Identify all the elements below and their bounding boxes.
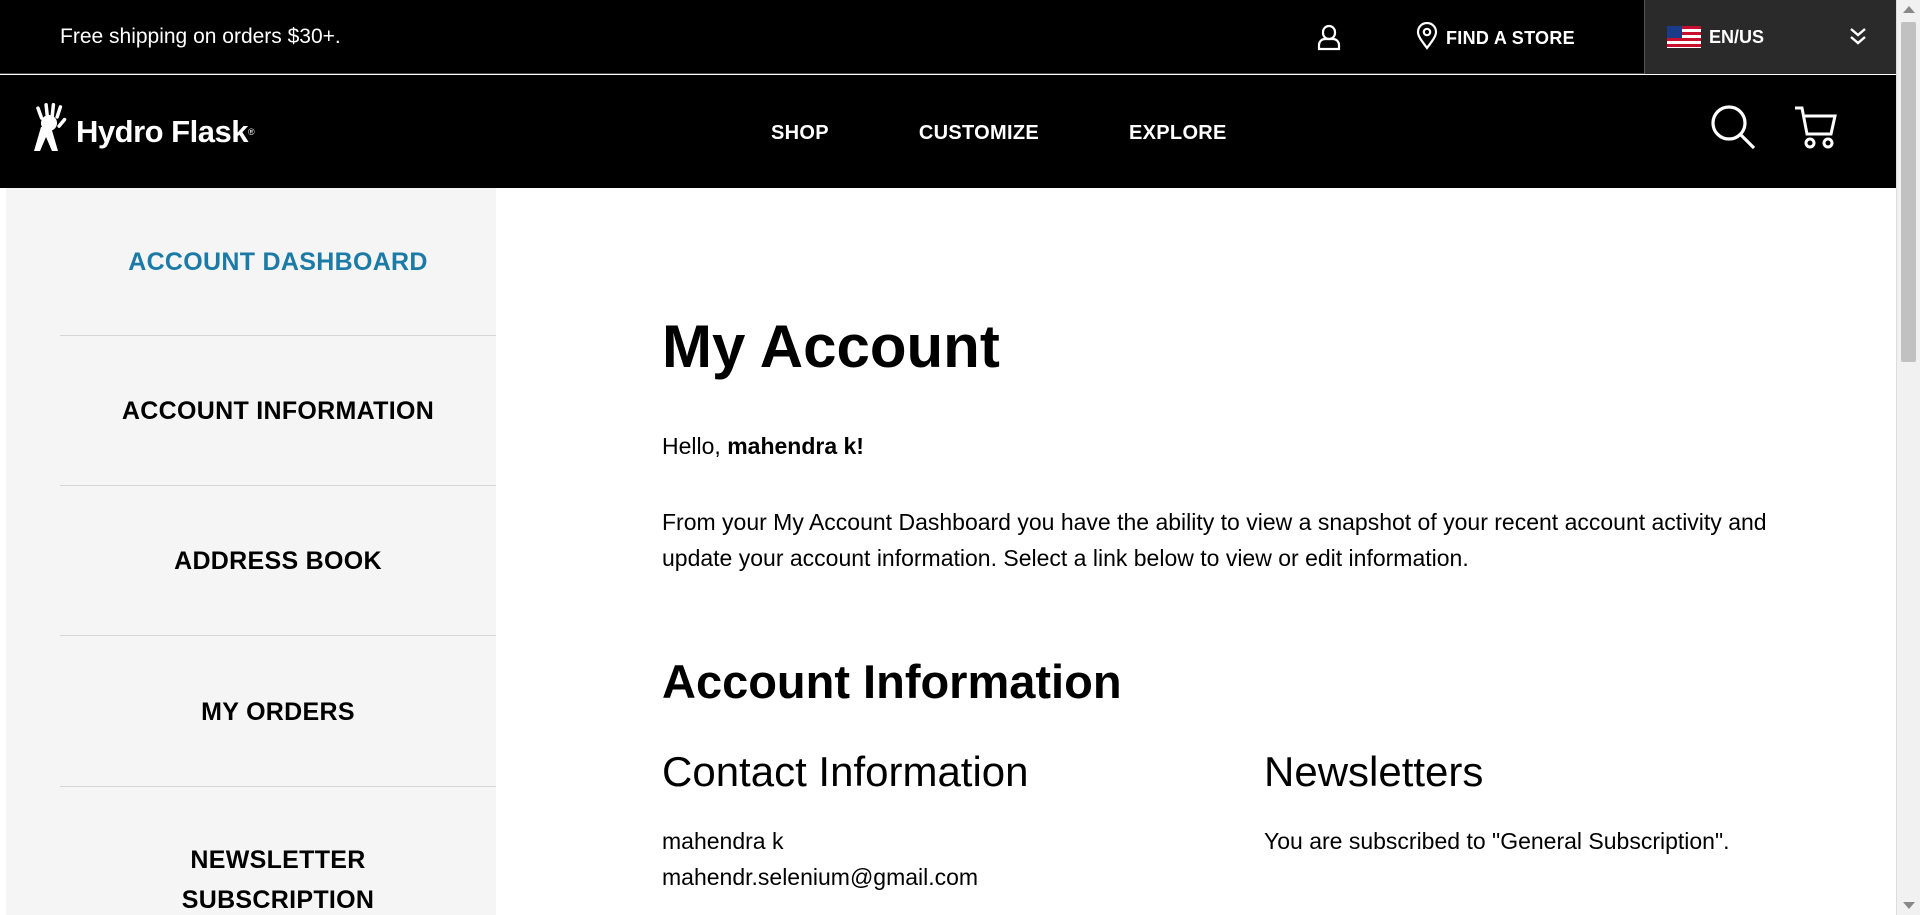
us-flag-icon <box>1667 26 1701 48</box>
primary-nav: SHOP CUSTOMIZE EXPLORE <box>771 122 1317 145</box>
cart-icon[interactable] <box>1793 104 1837 155</box>
locale-selector[interactable]: EN/US <box>1644 0 1896 74</box>
account-sidebar: ACCOUNT DASHBOARD ACCOUNT INFORMATION AD… <box>6 188 496 915</box>
brand-logo[interactable]: Hydro Flask ® <box>32 103 255 160</box>
greeting: Hello, mahendra k! <box>662 433 864 460</box>
promo-text: Free shipping on orders $30+. <box>60 25 341 48</box>
search-icon[interactable] <box>1710 104 1756 155</box>
locale-label: EN/US <box>1709 26 1765 47</box>
double-chevron-down-icon <box>1848 26 1868 51</box>
sidebar-item-label: ACCOUNT DASHBOARD <box>128 247 428 276</box>
scroll-down-arrow[interactable] <box>1903 902 1915 909</box>
contact-info-heading: Contact Information <box>662 748 1029 795</box>
sidebar-item-label: MY ORDERS <box>201 697 355 726</box>
sidebar-item-label: ACCOUNT INFORMATION <box>121 397 435 425</box>
nav-customize[interactable]: CUSTOMIZE <box>919 122 1039 145</box>
dashboard-intro: From your My Account Dashboard you have … <box>662 509 1767 571</box>
sidebar-item-newsletter-subscription[interactable]: NEWSLETTER SUBSCRIPTION <box>60 788 496 915</box>
sidebar-item-my-orders[interactable]: MY ORDERS <box>60 637 496 787</box>
page-title: My Account <box>662 313 1000 380</box>
account-icon[interactable] <box>1314 22 1344 52</box>
scroll-up-arrow[interactable] <box>1903 6 1915 13</box>
find-store-link[interactable]: FIND A STORE <box>1416 21 1575 55</box>
section-title: Account Information <box>662 655 1122 708</box>
location-pin-icon <box>1416 21 1438 55</box>
contact-email: mahendr.selenium@gmail.com <box>662 864 979 890</box>
scroll-thumb[interactable] <box>1901 22 1916 362</box>
sidebar-item-label: ADDRESS BOOK <box>174 547 382 575</box>
utility-bar: Free shipping on orders $30+. FIND A STO… <box>0 0 1896 74</box>
newsletters-heading: Newsletters <box>1264 748 1484 795</box>
hand-logo-icon <box>32 103 72 160</box>
brand-name: Hydro Flask <box>76 113 248 149</box>
newsletter-status: You are subscribed to "General Subscript… <box>1264 828 1730 854</box>
sidebar-item-account-dashboard[interactable]: ACCOUNT DASHBOARD <box>60 188 496 336</box>
sidebar-item-label: NEWSLETTER SUBSCRIPTION <box>181 846 375 914</box>
main-header: Hydro Flask ® SHOP CUSTOMIZE EXPLORE <box>0 75 1896 188</box>
contact-name: mahendra k <box>662 828 784 854</box>
sidebar-item-address-book[interactable]: ADDRESS BOOK <box>60 487 496 636</box>
greeting-name: mahendra k! <box>727 433 864 459</box>
find-store-label: FIND A STORE <box>1446 28 1575 48</box>
sidebar-item-account-information[interactable]: ACCOUNT INFORMATION <box>60 337 496 486</box>
nav-explore[interactable]: EXPLORE <box>1129 122 1227 145</box>
registered-mark: ® <box>247 126 255 137</box>
greeting-prefix: Hello, <box>662 433 728 459</box>
nav-shop[interactable]: SHOP <box>771 122 829 145</box>
page-scrollbar[interactable] <box>1896 0 1920 915</box>
